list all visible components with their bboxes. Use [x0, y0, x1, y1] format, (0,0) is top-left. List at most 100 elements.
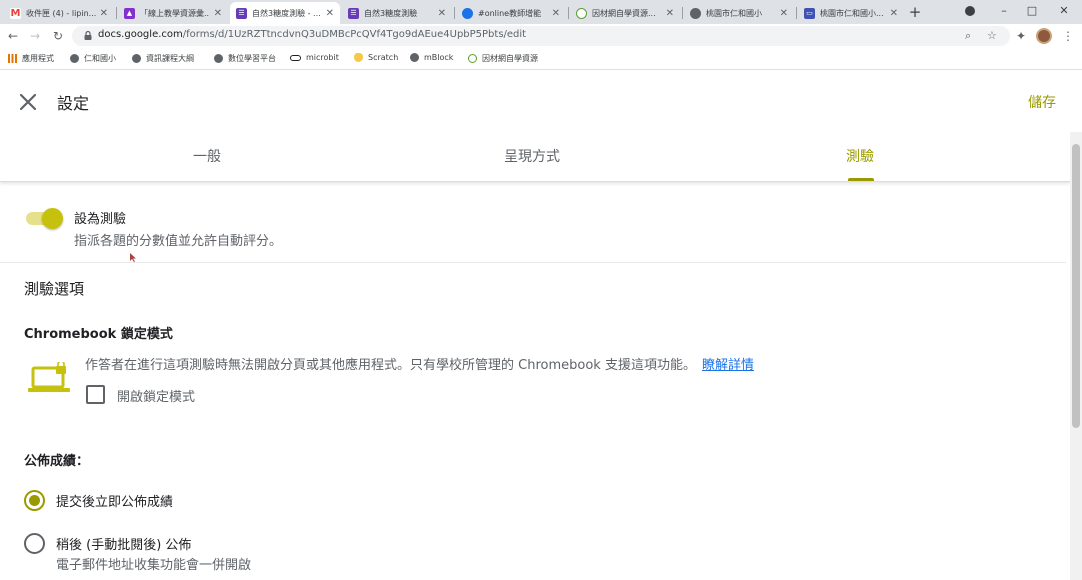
browser-tab[interactable]: ▭ 桃園市仁和國小... ✕	[798, 2, 904, 24]
bookmark-item[interactable]: 仁和國小	[70, 53, 116, 64]
media-control-icon[interactable]	[952, 0, 988, 24]
chromebook-description: 作答者在進行這項測驗時無法開啟分頁或其他應用程式。只有學校所管理的 Chrome…	[85, 354, 754, 373]
close-icon[interactable]: ✕	[326, 8, 334, 19]
browser-tab[interactable]: #online教師增能 ✕	[456, 2, 566, 24]
apps-grid-icon	[8, 54, 17, 63]
mouse-cursor-icon	[130, 253, 136, 262]
purple-doc-icon: ▲	[124, 7, 135, 19]
settings-tabs: 一般 呈現方式 測驗	[0, 132, 1070, 182]
leaf-icon	[468, 54, 477, 63]
tab-separator	[796, 7, 797, 19]
bookmarks-bar: 應用程式 仁和國小 資訊課程大綱 數位學習平台 microbit Scratch…	[0, 48, 1082, 70]
release-immediately-label: 提交後立即公佈成績	[56, 495, 174, 510]
browser-tab[interactable]: ▲ 「線上教學資源彙... ✕	[118, 2, 228, 24]
bookmark-label: 應用程式	[22, 54, 54, 63]
tab-presentation[interactable]: 呈現方式	[504, 146, 560, 166]
tab-quizzes[interactable]: 測驗	[846, 146, 874, 166]
tab-title: 因材網自學資源...	[592, 8, 656, 18]
reload-icon[interactable]: ↻	[50, 27, 66, 45]
tab-title: 自然3糖度測驗	[364, 8, 418, 18]
back-icon[interactable]: ←	[5, 27, 21, 45]
bookmark-label: Scratch	[368, 53, 399, 62]
address-bar[interactable]: docs.google.com/forms/d/1UzRZTtncdvnQ3uD…	[72, 26, 1010, 46]
globe-icon	[462, 7, 473, 19]
browser-tab-active[interactable]: ☰ 自然3糖度測驗 - ... ✕	[230, 2, 340, 24]
bookmark-apps[interactable]: 應用程式	[8, 53, 54, 64]
bookmark-label: 資訊課程大綱	[146, 54, 194, 63]
tab-general[interactable]: 一般	[193, 146, 221, 166]
tab-title: 自然3糖度測驗 - ...	[252, 8, 321, 18]
tab-separator	[116, 7, 117, 19]
release-later-description: 電子郵件地址收集功能會一併開啟	[56, 558, 252, 573]
browser-toolbar: ← → ↻ docs.google.com/forms/d/1UzRZTtncd…	[0, 24, 1082, 48]
divider	[0, 262, 1066, 263]
toggle-knob	[42, 208, 63, 229]
bookmark-label: 因材網自學資源	[482, 54, 538, 63]
globe-icon	[70, 54, 79, 63]
new-tab-button[interactable]: +	[906, 2, 924, 22]
locked-laptop-icon	[28, 362, 70, 392]
gmail-icon: M	[10, 7, 21, 19]
bookmark-item[interactable]: microbit	[290, 53, 339, 62]
forms-icon: ☰	[348, 7, 359, 19]
make-quiz-toggle[interactable]	[24, 207, 64, 229]
release-later-radio[interactable]	[24, 533, 45, 554]
microbit-icon	[290, 54, 301, 61]
forward-icon[interactable]: →	[27, 27, 43, 45]
close-icon[interactable]	[16, 90, 40, 114]
close-icon[interactable]: ✕	[780, 8, 788, 19]
bookmark-item[interactable]: 數位學習平台	[214, 53, 276, 64]
make-quiz-label: 設為測驗	[74, 212, 127, 227]
close-icon[interactable]: ✕	[438, 8, 446, 19]
globe-icon	[214, 54, 223, 63]
quiz-options-title: 測驗選項	[24, 280, 85, 298]
browser-tab[interactable]: 因材網自學資源... ✕	[570, 2, 680, 24]
bookmark-item[interactable]: mBlock	[410, 53, 453, 62]
tab-strip: M 收件匣 (4) - lipin... ✕ ▲ 「線上教學資源彙... ✕ ☰…	[0, 0, 1082, 24]
avatar[interactable]	[1036, 28, 1052, 44]
tab-separator	[568, 7, 569, 19]
globe-icon	[690, 7, 701, 19]
close-window-button[interactable]: ✕	[1046, 0, 1082, 24]
save-button[interactable]: 儲存	[1028, 92, 1056, 112]
url-text: docs.google.com/forms/d/1UzRZTtncdvnQ3uD…	[98, 29, 526, 40]
close-icon[interactable]: ✕	[214, 8, 222, 19]
tab-separator	[682, 7, 683, 19]
page-title: 設定	[57, 94, 90, 113]
close-icon[interactable]: ✕	[100, 8, 108, 19]
bookmark-item[interactable]: Scratch	[354, 53, 398, 62]
maximize-button[interactable]: □	[1014, 0, 1050, 24]
menu-icon[interactable]: ⋮	[1060, 28, 1076, 44]
bookmark-label: microbit	[306, 53, 339, 62]
close-icon[interactable]: ✕	[552, 8, 560, 19]
scrollbar[interactable]	[1070, 132, 1082, 580]
sites-icon: ▭	[804, 7, 815, 19]
tab-title: 桃園市仁和國小	[706, 8, 762, 18]
browser-tab[interactable]: ☰ 自然3糖度測驗 ✕	[342, 2, 452, 24]
close-icon[interactable]: ✕	[890, 8, 898, 19]
learn-more-link[interactable]: 瞭解詳情	[702, 358, 754, 373]
make-quiz-description: 指派各題的分數值並允許自動評分。	[74, 234, 283, 249]
zoom-icon[interactable]: ⌕	[965, 29, 971, 43]
forms-icon: ☰	[236, 7, 247, 19]
scratch-icon	[354, 53, 363, 62]
lock-mode-checkbox[interactable]	[86, 385, 105, 404]
bookmark-star-icon[interactable]: ☆	[987, 29, 997, 42]
lock-mode-label: 開啟鎖定模式	[117, 390, 196, 405]
bookmark-item[interactable]: 資訊課程大綱	[132, 53, 194, 64]
close-icon[interactable]: ✕	[666, 8, 674, 19]
tab-title: 「線上教學資源彙...	[140, 8, 210, 18]
extensions-icon[interactable]: ✦	[1013, 28, 1029, 44]
bookmark-label: mBlock	[424, 53, 454, 62]
scrollbar-thumb[interactable]	[1072, 144, 1080, 428]
tab-separator	[454, 7, 455, 19]
bookmark-item[interactable]: 因材網自學資源	[468, 53, 538, 64]
url-path: /forms/d/1UzRZTtncdvnQ3uDMBcPcQVf4Tgo9dA…	[182, 29, 527, 40]
browser-tab[interactable]: 桃園市仁和國小 ✕	[684, 2, 794, 24]
browser-tab[interactable]: M 收件匣 (4) - lipin... ✕	[4, 2, 114, 24]
url-host: docs.google.com	[98, 29, 183, 40]
browser-window: M 收件匣 (4) - lipin... ✕ ▲ 「線上教學資源彙... ✕ ☰…	[0, 0, 1082, 580]
tab-title: #online教師增能	[478, 8, 542, 18]
release-immediately-radio[interactable]	[24, 490, 45, 511]
globe-icon	[132, 54, 141, 63]
